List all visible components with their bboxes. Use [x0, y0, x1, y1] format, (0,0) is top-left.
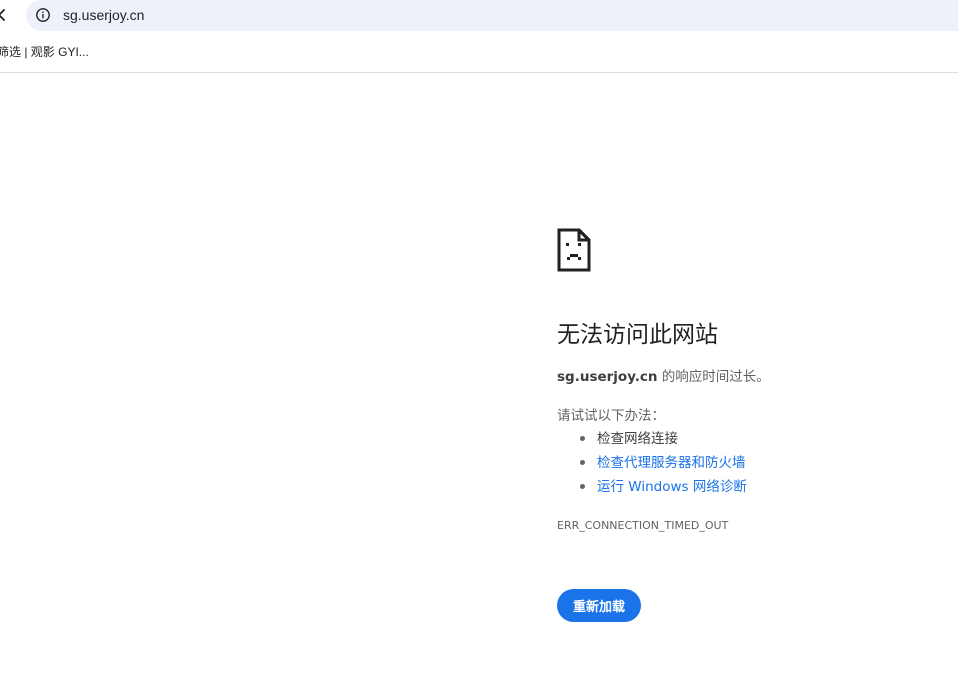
- try-label: 请试试以下办法：: [557, 408, 665, 424]
- error-description: sg.userjoy.cn 的响应时间过长。: [557, 368, 770, 386]
- bullet-icon: [580, 436, 585, 441]
- bullet-icon: [580, 460, 585, 465]
- address-bar[interactable]: sg.userjoy.cn: [26, 0, 958, 31]
- check-proxy-link[interactable]: 检查代理服务器和防火墙: [597, 455, 746, 471]
- run-diagnostics-link[interactable]: 运行 Windows 网络诊断: [597, 479, 747, 495]
- suggestion-check-network: 检查网络连接: [557, 430, 747, 454]
- sad-document-icon: [557, 228, 591, 272]
- bullet-icon: [580, 484, 585, 489]
- bookmark-item[interactable]: 筛选 | 观影 GYI...: [0, 45, 89, 60]
- url-text[interactable]: sg.userjoy.cn: [63, 7, 144, 24]
- reload-button[interactable]: 重新加载: [557, 589, 641, 622]
- error-host: sg.userjoy.cn: [557, 369, 658, 385]
- error-code: ERR_CONNECTION_TIMED_OUT: [557, 519, 729, 532]
- error-description-suffix: 的响应时间过长。: [657, 369, 770, 385]
- browser-toolbar: sg.userjoy.cn: [0, 0, 958, 32]
- info-icon[interactable]: [35, 7, 51, 23]
- suggestion-label: 检查网络连接: [597, 431, 678, 447]
- error-title: 无法访问此网站: [557, 322, 718, 348]
- suggestion-run-diagnostics: 运行 Windows 网络诊断: [557, 478, 747, 502]
- back-arrow-icon[interactable]: [0, 4, 14, 26]
- suggestion-check-proxy: 检查代理服务器和防火墙: [557, 454, 747, 478]
- bookmarks-bar: 筛选 | 观影 GYI...: [0, 32, 958, 73]
- suggestions-list: 检查网络连接 检查代理服务器和防火墙 运行 Windows 网络诊断: [557, 430, 747, 502]
